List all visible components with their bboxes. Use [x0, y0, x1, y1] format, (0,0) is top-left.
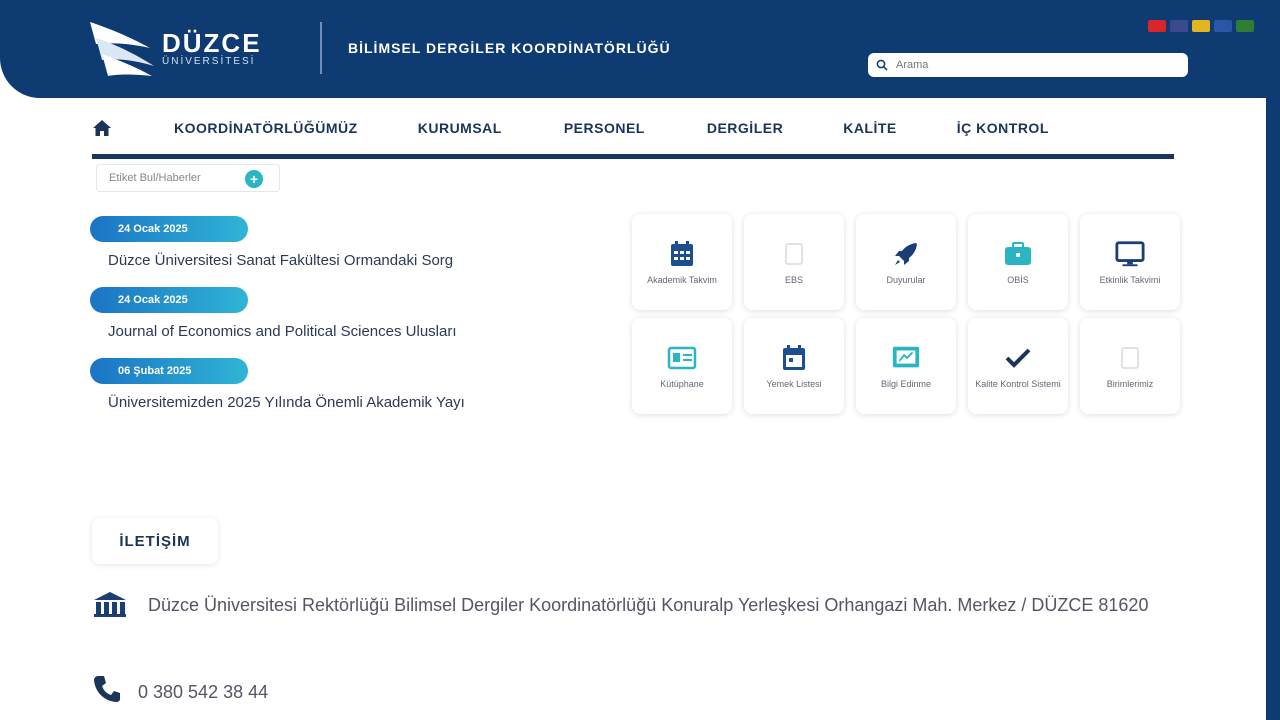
- main-nav: KOORDİNATÖRLÜĞÜMÜZ KURUMSAL PERSONEL DER…: [92, 108, 1174, 148]
- building-icon: [94, 592, 126, 617]
- flag-ar-icon[interactable]: [1236, 20, 1254, 32]
- quick-link-kalite-kontrol[interactable]: Kalite Kontrol Sistemi: [968, 318, 1068, 414]
- phone-icon: [94, 676, 120, 702]
- nav-item-kalite[interactable]: KALİTE: [843, 120, 897, 136]
- flag-en-icon[interactable]: [1170, 20, 1188, 32]
- quick-link-kutuphane[interactable]: Kütüphane: [632, 318, 732, 414]
- plus-icon[interactable]: +: [245, 170, 263, 188]
- search-icon: [876, 59, 888, 71]
- monitor-icon: [1115, 239, 1145, 269]
- news-item[interactable]: 06 Şubat 2025 Üniversitemizden 2025 Yılı…: [90, 358, 550, 429]
- quick-link-label: Bilgi Edinme: [880, 378, 932, 389]
- contact-address: Düzce Üniversitesi Rektörlüğü Bilimsel D…: [92, 590, 1162, 621]
- news-date-badge: 24 Ocak 2025: [90, 216, 248, 242]
- flag-tr-icon[interactable]: [1148, 20, 1166, 32]
- home-link[interactable]: [92, 108, 152, 148]
- quick-link-label: Kalite Kontrol Sistemi: [975, 378, 1061, 389]
- nav-item-ic-kontrol[interactable]: İÇ KONTROL: [957, 120, 1049, 136]
- calendar-grid-icon: [667, 239, 697, 269]
- news-title[interactable]: Üniversitemizden 2025 Yılında Önemli Aka…: [108, 394, 548, 411]
- search-input[interactable]: [896, 59, 1176, 71]
- language-flags: [1148, 20, 1254, 32]
- blank-icon: [1115, 343, 1145, 373]
- quick-link-label: EBS: [784, 274, 803, 285]
- blank-icon: [779, 239, 809, 269]
- quick-link-label: Yemek Listesi: [766, 378, 822, 389]
- quick-link-bilgi-edinme[interactable]: Bilgi Edinme: [856, 318, 956, 414]
- nav-underline: [92, 154, 1174, 159]
- phone-number[interactable]: 0 380 542 38 44: [138, 682, 268, 703]
- news-date-badge: 24 Ocak 2025: [90, 287, 248, 313]
- quick-link-label: Birimlerimiz: [1106, 378, 1154, 389]
- nav-item-personel[interactable]: PERSONEL: [564, 120, 645, 136]
- news-title[interactable]: Düzce Üniversitesi Sanat Fakültesi Orman…: [108, 252, 548, 269]
- quick-link-label: Duyurular: [886, 274, 926, 285]
- home-icon: [93, 120, 111, 136]
- search-box[interactable]: [868, 53, 1188, 77]
- nav-item-kurumsal[interactable]: KURUMSAL: [418, 120, 502, 136]
- tag-toggle-label: Etiket Bul/Haberler: [109, 172, 201, 184]
- quick-link-etkinlik-takvimi[interactable]: Etkinlik Takvimi: [1080, 214, 1180, 310]
- flag-de-icon[interactable]: [1192, 20, 1210, 32]
- contact-heading: İLETİŞİM: [92, 518, 218, 564]
- quick-link-label: Kütüphane: [660, 378, 704, 389]
- header-edge: [1266, 0, 1280, 720]
- flag-fr-icon[interactable]: [1214, 20, 1232, 32]
- quick-link-obis[interactable]: OBİS: [968, 214, 1068, 310]
- news-list: 24 Ocak 2025 Düzce Üniversitesi Sanat Fa…: [90, 216, 550, 429]
- news-item[interactable]: 24 Ocak 2025 Journal of Economics and Po…: [90, 287, 550, 358]
- unit-title[interactable]: BİLİMSEL DERGİLER KOORDİNATÖRLÜĞÜ: [348, 40, 671, 56]
- quick-link-akademik-takvim[interactable]: Akademik Takvim: [632, 214, 732, 310]
- presentation-icon: [891, 343, 921, 373]
- nav-item-koordinatorlugumuz[interactable]: KOORDİNATÖRLÜĞÜMÜZ: [174, 120, 358, 136]
- quick-link-yemek-listesi[interactable]: Yemek Listesi: [744, 318, 844, 414]
- contact-phone: 0 380 542 38 44: [92, 674, 392, 704]
- address-text: Düzce Üniversitesi Rektörlüğü Bilimsel D…: [148, 595, 1149, 615]
- quick-link-label: Etkinlik Takvimi: [1099, 274, 1161, 285]
- logo-subtitle: ÜNİVERSİTESİ: [162, 56, 256, 67]
- wing-logo-icon: [90, 22, 154, 76]
- quick-link-label: Akademik Takvim: [647, 274, 717, 285]
- quick-links-grid: Akademik Takvim EBS Duyurular OBİS Etkin…: [632, 214, 1184, 414]
- quick-link-label: OBİS: [1007, 274, 1029, 285]
- calendar-icon: [779, 343, 809, 373]
- university-logo[interactable]: DÜZCE ÜNİVERSİTESİ: [88, 18, 298, 78]
- rocket-icon: [891, 239, 921, 269]
- tag-toggle[interactable]: Etiket Bul/Haberler +: [96, 164, 280, 192]
- logo-title: DÜZCE: [162, 28, 262, 58]
- quick-link-birimlerimiz[interactable]: Birimlerimiz: [1080, 318, 1180, 414]
- news-title[interactable]: Journal of Economics and Political Scien…: [108, 323, 548, 340]
- check-icon: [1003, 343, 1033, 373]
- news-date-badge: 06 Şubat 2025: [90, 358, 248, 384]
- quick-link-ebs[interactable]: EBS: [744, 214, 844, 310]
- id-card-icon: [667, 343, 697, 373]
- news-item[interactable]: 24 Ocak 2025 Düzce Üniversitesi Sanat Fa…: [90, 216, 550, 287]
- header-divider: [320, 22, 322, 74]
- briefcase-icon: [1003, 239, 1033, 269]
- nav-item-dergiler[interactable]: DERGİLER: [707, 120, 783, 136]
- quick-link-duyurular[interactable]: Duyurular: [856, 214, 956, 310]
